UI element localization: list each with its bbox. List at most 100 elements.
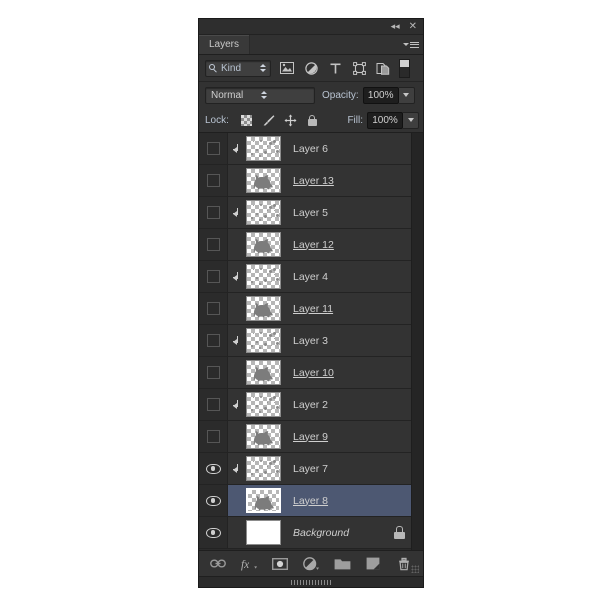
layer-visibility-toggle[interactable] xyxy=(199,293,228,324)
layer-row[interactable]: Layer 8 xyxy=(199,485,411,517)
layer-name[interactable]: Layer 2 xyxy=(281,399,387,411)
filter-kind-label: Kind xyxy=(221,62,242,74)
layer-visibility-toggle[interactable] xyxy=(199,197,228,228)
layer-row[interactable]: Layer 13 xyxy=(199,165,411,197)
layer-name[interactable]: Layer 6 xyxy=(281,143,387,155)
lock-all-icon[interactable] xyxy=(306,114,319,127)
new-adjustment-layer-button[interactable] xyxy=(302,555,320,572)
new-group-button[interactable] xyxy=(334,555,351,572)
layer-name[interactable]: Layer 7 xyxy=(281,463,387,475)
layers-panel: ◂◂ ✕ Layers Kind Normal Opacity: 100% Lo… xyxy=(198,18,424,588)
layer-name[interactable]: Layer 4 xyxy=(281,271,387,283)
filter-adjustment-layers-icon[interactable] xyxy=(299,58,323,78)
layer-name[interactable]: Layer 10 xyxy=(281,367,387,379)
layer-name[interactable]: Layer 9 xyxy=(281,431,387,443)
layer-thumbnail[interactable] xyxy=(246,232,281,257)
layer-name[interactable]: Background xyxy=(281,527,387,539)
layer-thumbnail[interactable] xyxy=(246,136,281,161)
layer-visibility-toggle[interactable] xyxy=(199,517,228,548)
layer-visibility-toggle[interactable] xyxy=(199,485,228,516)
filter-enable-toggle[interactable] xyxy=(399,58,410,78)
visibility-toggle-empty xyxy=(206,174,220,187)
visibility-toggle-empty xyxy=(206,430,220,443)
layer-thumbnail[interactable] xyxy=(246,360,281,385)
layer-visibility-toggle[interactable] xyxy=(199,453,228,484)
filter-pixel-layers-icon[interactable] xyxy=(275,58,299,78)
delete-layer-button[interactable] xyxy=(396,555,413,572)
layer-visibility-toggle[interactable] xyxy=(199,357,228,388)
blend-mode-dropdown[interactable]: Normal xyxy=(205,86,315,104)
lock-transparent-pixels-icon[interactable] xyxy=(240,114,253,127)
panel-resize-grip[interactable] xyxy=(411,565,419,573)
chevron-down-icon xyxy=(403,42,409,46)
collapse-arrows-icon[interactable]: ◂◂ xyxy=(391,22,400,31)
blend-mode-value: Normal xyxy=(211,89,244,101)
fill-dropdown-arrow[interactable] xyxy=(403,111,419,129)
layer-visibility-toggle[interactable] xyxy=(199,261,228,292)
layer-thumbnail[interactable] xyxy=(246,488,281,513)
layer-visibility-toggle[interactable] xyxy=(199,133,228,164)
layer-row[interactable]: Layer 11 xyxy=(199,293,411,325)
visibility-eye-icon xyxy=(205,495,221,506)
layer-thumbnail[interactable] xyxy=(246,520,281,545)
layer-visibility-toggle[interactable] xyxy=(199,389,228,420)
opacity-dropdown-arrow[interactable] xyxy=(398,86,415,104)
layer-row[interactable]: Layer 9 xyxy=(199,421,411,453)
layer-name[interactable]: Layer 3 xyxy=(281,335,387,347)
layer-thumbnail[interactable] xyxy=(246,424,281,449)
close-icon[interactable]: ✕ xyxy=(409,21,417,32)
layer-row[interactable]: Layer 12 xyxy=(199,229,411,261)
layer-row[interactable]: Layer 3 xyxy=(199,325,411,357)
filter-shape-layers-icon[interactable] xyxy=(347,58,371,78)
layer-name[interactable]: Layer 11 xyxy=(281,303,387,315)
layer-visibility-toggle[interactable] xyxy=(199,421,228,452)
layer-row[interactable]: Layer 10 xyxy=(199,357,411,389)
layer-list-scrollbar[interactable] xyxy=(411,133,423,550)
lock-position-move-icon[interactable] xyxy=(284,114,297,127)
panel-tabstrip: Layers xyxy=(199,35,423,55)
layer-row[interactable]: Layer 2 xyxy=(199,389,411,421)
layer-name[interactable]: Layer 5 xyxy=(281,207,387,219)
clipping-mask-arrow-icon xyxy=(232,271,242,282)
visibility-eye-icon xyxy=(205,527,221,538)
opacity-value-field[interactable]: 100% xyxy=(362,86,399,104)
layer-row[interactable]: Background xyxy=(199,517,411,549)
layer-row[interactable]: Layer 7 xyxy=(199,453,411,485)
layer-row[interactable]: Layer 6 xyxy=(199,133,411,165)
layer-thumbnail[interactable] xyxy=(246,200,281,225)
layer-row[interactable]: Layer 5 xyxy=(199,197,411,229)
opacity-label: Opacity: xyxy=(322,89,359,101)
layer-row[interactable]: Layer 4 xyxy=(199,261,411,293)
tab-layers[interactable]: Layers xyxy=(199,35,251,54)
add-layer-mask-button[interactable] xyxy=(272,555,289,572)
layer-clip-indicator xyxy=(228,207,246,218)
layer-thumbnail[interactable] xyxy=(246,168,281,193)
layer-thumbnail[interactable] xyxy=(246,328,281,353)
layer-name[interactable]: Layer 12 xyxy=(281,239,387,251)
layer-clip-indicator xyxy=(228,143,246,154)
visibility-toggle-empty xyxy=(206,366,220,379)
filter-smart-object-layers-icon[interactable] xyxy=(371,58,395,78)
layer-name[interactable]: Layer 13 xyxy=(281,175,387,187)
layer-thumbnail[interactable] xyxy=(246,264,281,289)
new-layer-button[interactable] xyxy=(365,555,382,572)
clipping-mask-arrow-icon xyxy=(232,463,242,474)
layer-style-fx-button[interactable]: fx xyxy=(241,555,258,572)
layer-visibility-toggle[interactable] xyxy=(199,165,228,196)
layer-thumbnail[interactable] xyxy=(246,296,281,321)
layer-visibility-toggle[interactable] xyxy=(199,325,228,356)
clipping-mask-arrow-icon xyxy=(232,143,242,154)
layer-thumbnail[interactable] xyxy=(246,456,281,481)
layer-thumbnail[interactable] xyxy=(246,392,281,417)
visibility-eye-icon xyxy=(205,463,221,474)
search-icon xyxy=(209,63,218,73)
lock-image-pixels-brush-icon[interactable] xyxy=(262,114,275,127)
link-layers-button[interactable] xyxy=(210,555,227,572)
layer-name[interactable]: Layer 8 xyxy=(281,495,387,507)
panel-bottom-handle[interactable] xyxy=(199,576,423,587)
filter-type-layers-icon[interactable] xyxy=(323,58,347,78)
filter-kind-dropdown[interactable]: Kind xyxy=(205,59,271,77)
panel-menu-icon[interactable] xyxy=(399,35,423,54)
fill-value-field[interactable]: 100% xyxy=(367,111,403,129)
layer-visibility-toggle[interactable] xyxy=(199,229,228,260)
